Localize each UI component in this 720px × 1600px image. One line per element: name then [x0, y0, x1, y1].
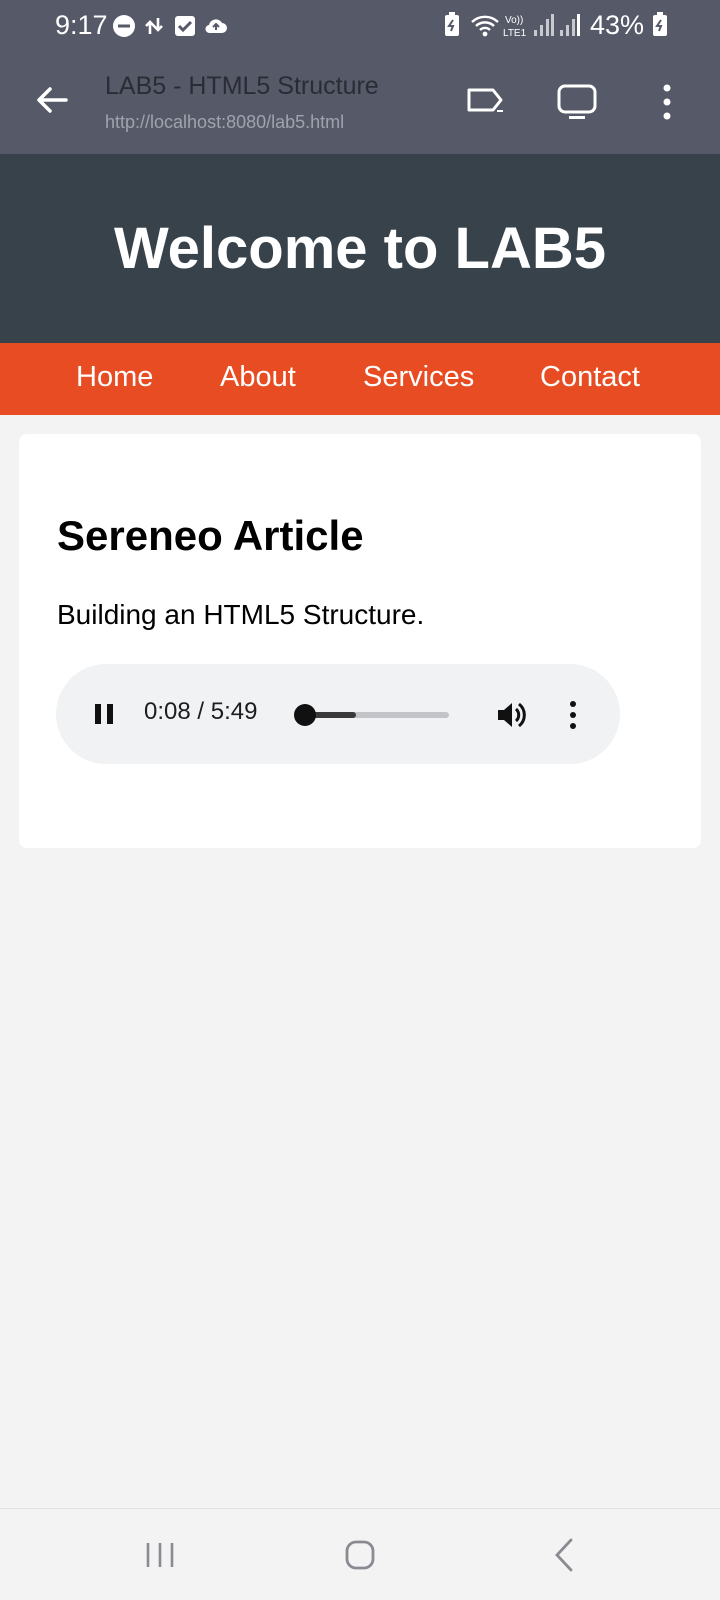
nav-link-about[interactable]: About: [220, 361, 296, 394]
pause-icon[interactable]: [92, 701, 118, 727]
nav-link-services[interactable]: Services: [363, 361, 474, 394]
do-not-disturb-icon: [113, 15, 135, 37]
article-title: Sereneo Article: [57, 512, 364, 559]
audio-more-icon[interactable]: [556, 698, 590, 732]
audio-player: 0:08 / 5:49: [56, 664, 620, 764]
audio-seek-thumb[interactable]: [293, 704, 316, 726]
more-options-icon[interactable]: [643, 78, 691, 126]
checkbox-icon: [175, 16, 195, 36]
data-transfer-icon: [145, 18, 163, 34]
back-arrow-icon[interactable]: [28, 76, 76, 124]
battery-saver-icon: [445, 12, 459, 36]
cast-icon[interactable]: [463, 78, 511, 126]
article-text: Building an HTML5 Structure.: [57, 599, 425, 630]
nav-link-contact[interactable]: Contact: [540, 361, 640, 394]
wifi-icon: [471, 15, 499, 37]
article-card: Sereneo Article Building an HTML5 Struct…: [19, 434, 701, 848]
signal-icon: [534, 14, 554, 36]
site-nav: Home About Services Contact: [0, 343, 720, 415]
status-bar: 9:17 Vo)) LTE1 43%: [0, 0, 720, 52]
app-url: http://localhost:8080/lab5.html: [105, 112, 345, 132]
back-icon[interactable]: [541, 1531, 589, 1579]
volume-icon[interactable]: [494, 698, 528, 732]
audio-time: 0:08 / 5:49: [144, 698, 258, 725]
app-title: LAB5 - HTML5 Structure: [105, 72, 379, 100]
status-time: 9:17: [55, 10, 108, 40]
home-icon[interactable]: [336, 1531, 384, 1579]
desktop-view-icon[interactable]: [553, 78, 601, 126]
svg-text:LTE1: LTE1: [503, 28, 527, 39]
volte-icon: Vo)) LTE1: [503, 15, 527, 39]
app-bar: LAB5 - HTML5 Structure http://localhost:…: [0, 52, 720, 154]
audio-seek-bar[interactable]: [293, 704, 449, 726]
cloud-upload-icon: [205, 19, 227, 34]
page-heading: Welcome to LAB5: [113, 216, 606, 281]
signal-icon: [560, 14, 580, 36]
recent-apps-icon[interactable]: [136, 1531, 184, 1579]
system-nav-bar: [0, 1508, 720, 1600]
svg-text:Vo)): Vo)): [505, 15, 523, 26]
battery-percent: 43%: [590, 10, 645, 40]
battery-icon: [653, 12, 667, 36]
page-header: Welcome to LAB5: [0, 154, 720, 343]
nav-link-home[interactable]: Home: [76, 361, 153, 394]
